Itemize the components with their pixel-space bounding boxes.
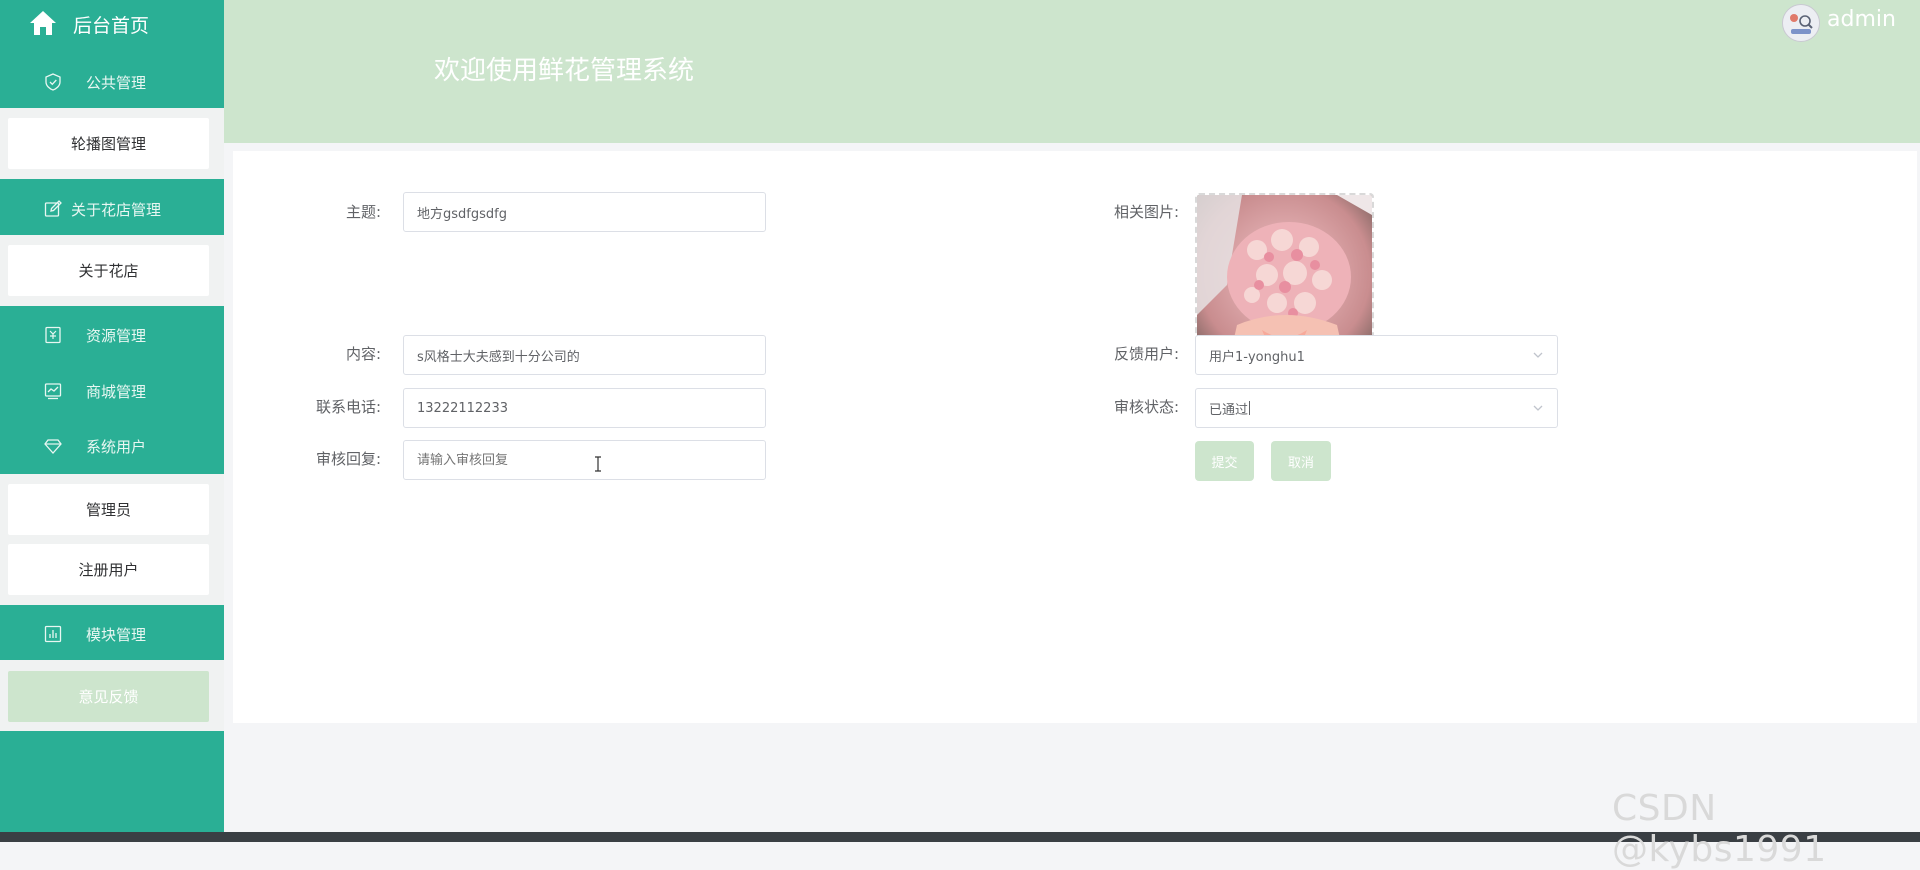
review-reply-input[interactable]: [403, 440, 766, 480]
sidebar-group-label: 商城管理: [86, 383, 147, 401]
feedback-user-value: 用户1-yonghu1: [1209, 349, 1305, 365]
cancel-button[interactable]: 取消: [1271, 441, 1331, 481]
sidebar-submenu: 管理员 注册用户: [0, 474, 224, 605]
content-input[interactable]: s风格士大夫感到十分公司的: [403, 335, 766, 375]
sidebar-group-mall[interactable]: 商城管理: [0, 366, 224, 416]
sidebar: 后台首页 公共管理 轮播图管理 关于花店管理 关于花店 资源管理 商城管理 系统…: [0, 0, 224, 842]
review-reply-label: 审核回复:: [315, 450, 381, 468]
watermark: CSDN @kybs1991: [1612, 788, 1827, 870]
review-status-value: 已通过: [1209, 402, 1249, 418]
shield-icon: [45, 73, 61, 91]
document-icon: [45, 326, 61, 344]
sidebar-home[interactable]: 后台首页: [0, 0, 224, 46]
phone-label: 联系电话:: [315, 398, 381, 416]
sidebar-submenu: 关于花店: [0, 235, 224, 306]
sidebar-group-about[interactable]: 关于花店管理: [0, 184, 224, 234]
sidebar-group-label: 公共管理: [86, 74, 147, 92]
sidebar-group-resources[interactable]: 资源管理: [0, 310, 224, 360]
sidebar-group-label: 关于花店管理: [71, 201, 162, 219]
sidebar-group-public[interactable]: 公共管理: [0, 57, 224, 107]
review-status-select[interactable]: 已通过: [1195, 388, 1558, 428]
content-label: 内容:: [345, 345, 381, 363]
sidebar-home-label: 后台首页: [73, 15, 150, 37]
avatar-image: [1783, 5, 1819, 41]
text-cursor-icon: [595, 456, 601, 472]
text-caret: [1249, 401, 1251, 415]
submit-button[interactable]: 提交: [1195, 441, 1254, 481]
avatar[interactable]: [1782, 4, 1820, 42]
home-icon: [30, 11, 56, 35]
sidebar-item-carousel[interactable]: 轮播图管理: [8, 118, 209, 169]
page-title: 欢迎使用鲜花管理系统: [434, 56, 695, 86]
sidebar-group-system-users[interactable]: 系统用户: [0, 421, 224, 471]
chart-icon: [44, 383, 62, 400]
sidebar-group-label: 模块管理: [86, 626, 147, 644]
feedback-user-label: 反馈用户:: [1113, 345, 1179, 363]
image-label: 相关图片:: [1113, 203, 1179, 221]
sidebar-item-about-shop[interactable]: 关于花店: [8, 245, 209, 296]
subject-input[interactable]: 地方gsdfgsdfg: [403, 192, 766, 232]
sidebar-group-modules[interactable]: 模块管理: [0, 609, 224, 659]
edit-icon: [44, 200, 62, 217]
sidebar-item-registered-users[interactable]: 注册用户: [8, 544, 209, 595]
sidebar-item-admin[interactable]: 管理员: [8, 484, 209, 535]
feedback-user-select[interactable]: 用户1-yonghu1: [1195, 335, 1558, 375]
sidebar-group-label: 系统用户: [86, 438, 147, 456]
bar-chart-icon: [44, 625, 62, 643]
diamond-icon: [44, 439, 62, 454]
subject-label: 主题:: [345, 203, 381, 221]
chevron-down-icon: [1533, 405, 1543, 411]
review-status-label: 审核状态:: [1113, 398, 1179, 416]
header: 欢迎使用鲜花管理系统 admin: [224, 0, 1920, 143]
username[interactable]: admin: [1827, 7, 1896, 32]
phone-input[interactable]: 13222112233: [403, 388, 766, 428]
sidebar-group-label: 资源管理: [86, 327, 147, 345]
sidebar-submenu: 意见反馈: [0, 660, 224, 731]
sidebar-submenu: 轮播图管理: [0, 108, 224, 179]
chevron-down-icon: [1533, 352, 1543, 358]
sidebar-item-feedback[interactable]: 意见反馈: [8, 671, 209, 722]
feedback-form: 主题: 地方gsdfgsdfg 相关图片: 内容: s风格士大夫感到十分公司的 …: [233, 151, 1917, 723]
